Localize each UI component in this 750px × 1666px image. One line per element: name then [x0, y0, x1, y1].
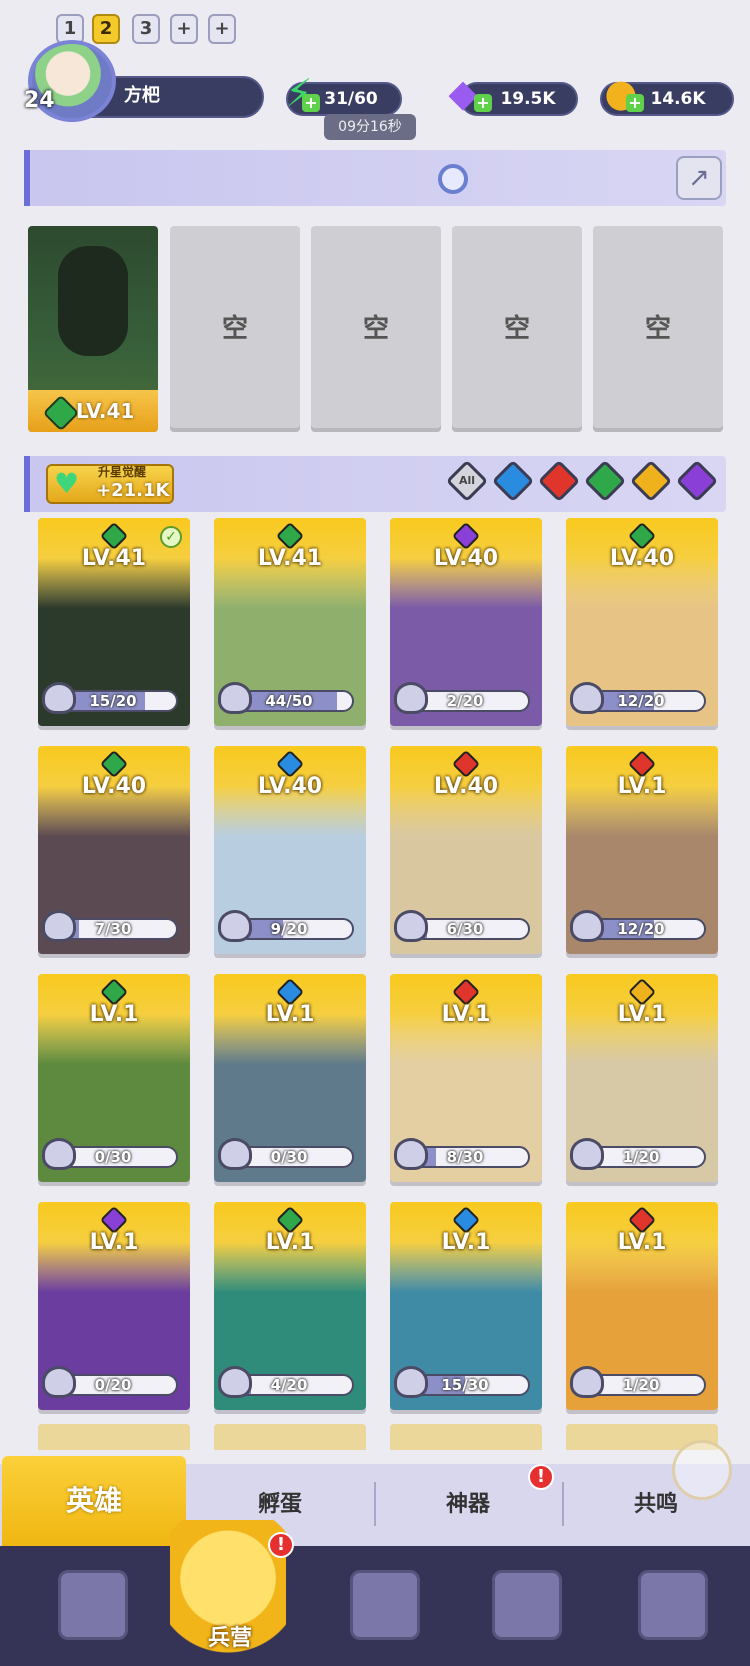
- gold-plus-button[interactable]: +: [626, 94, 644, 112]
- hero-card[interactable]: LV.1 0/30: [214, 974, 366, 1182]
- hero-level: LV.40: [257, 774, 323, 799]
- hero-level: LV.1: [89, 1230, 139, 1255]
- energy-plus-button[interactable]: +: [302, 94, 320, 112]
- squad-slot-hero[interactable]: LV.41: [28, 226, 158, 432]
- cards-icon: [58, 1570, 128, 1640]
- hero-card[interactable]: LV.1 8/30: [390, 974, 542, 1182]
- floating-action-button[interactable]: [672, 1440, 732, 1500]
- next-row-card: [38, 1424, 190, 1450]
- squad-slot-empty[interactable]: 空: [593, 226, 723, 432]
- hero-level: LV.40: [81, 774, 147, 799]
- shard-icon: [394, 1366, 428, 1398]
- squad-slot-empty[interactable]: 空: [311, 226, 441, 432]
- shard-icon: [394, 682, 428, 714]
- nav-map[interactable]: [330, 1560, 440, 1660]
- hero-level: LV.40: [433, 774, 499, 799]
- team-tab-3[interactable]: 3: [132, 14, 160, 44]
- team-tab-2[interactable]: 2: [92, 14, 120, 44]
- share-icon[interactable]: ↗: [676, 156, 722, 200]
- gem-plus-button[interactable]: +: [474, 94, 492, 112]
- star-awake-value: +21.1K: [96, 480, 170, 501]
- hero-level: LV.1: [441, 1230, 491, 1255]
- hero-level: LV.40: [609, 546, 675, 571]
- shard-icon: [42, 682, 76, 714]
- hero-card[interactable]: LV.1 12/20: [566, 746, 718, 954]
- squad-slot-empty[interactable]: 空: [452, 226, 582, 432]
- next-row-card: [214, 1424, 366, 1450]
- shard-icon: [218, 1138, 252, 1170]
- nav-shrine[interactable]: [472, 1560, 582, 1660]
- mushroom-icon: [638, 1570, 708, 1640]
- hero-card[interactable]: LV.1 0/30: [38, 974, 190, 1182]
- hero-card[interactable]: LV.40 12/20: [566, 518, 718, 726]
- hero-level: LV.1: [441, 1002, 491, 1027]
- energy-timer: 09分16秒: [324, 114, 416, 140]
- shard-icon: [570, 1366, 604, 1398]
- barracks-alert-badge: !: [268, 1532, 294, 1558]
- hero-level: LV.1: [265, 1230, 315, 1255]
- team-tab-add-1[interactable]: +: [170, 14, 198, 44]
- shard-icon: [570, 1138, 604, 1170]
- tab-heroes[interactable]: 英雄: [2, 1456, 186, 1546]
- hero-level: LV.1: [617, 1002, 667, 1027]
- hero-card[interactable]: LV.1 1/20: [566, 1202, 718, 1410]
- hero-portrait: [58, 246, 128, 356]
- shard-icon: [394, 1138, 428, 1170]
- nav-barracks-label: 兵营: [207, 1626, 252, 1651]
- hero-level: LV.41: [81, 546, 147, 571]
- squad-slot-empty[interactable]: 空: [170, 226, 300, 432]
- shard-icon: [570, 910, 604, 942]
- shard-icon: [218, 682, 252, 714]
- shard-icon: [218, 1366, 252, 1398]
- hero-card[interactable]: LV.1 1/20: [566, 974, 718, 1182]
- team-tab-add-2[interactable]: +: [208, 14, 236, 44]
- hero-level: LV.40: [433, 546, 499, 571]
- shard-icon: [42, 1138, 76, 1170]
- shard-icon: [570, 682, 604, 714]
- filter-all-label: All: [458, 474, 476, 487]
- shard-icon: [42, 910, 76, 942]
- player-name: 方杷: [124, 85, 160, 106]
- star-awake-label: 升星觉醒: [98, 465, 147, 479]
- hero-card[interactable]: LV.40 2/20: [390, 518, 542, 726]
- gem-value: 19.5K: [500, 89, 556, 109]
- player-level: 24: [24, 88, 55, 113]
- check-icon: ✓: [160, 526, 182, 548]
- heart-icon: ♥: [54, 467, 80, 500]
- shard-icon: [42, 1366, 76, 1398]
- hero-card[interactable]: LV.1 0/20: [38, 1202, 190, 1410]
- hero-card[interactable]: LV.40 6/30: [390, 746, 542, 954]
- shrine-icon: [492, 1570, 562, 1640]
- next-row-card: [390, 1424, 542, 1450]
- hero-level: LV.41: [257, 546, 323, 571]
- hero-card[interactable]: LV.1 4/20: [214, 1202, 366, 1410]
- shard-icon: [218, 910, 252, 942]
- hero-level: LV.1: [617, 774, 667, 799]
- search-icon[interactable]: [438, 164, 468, 194]
- hero-card[interactable]: LV.40 7/30: [38, 746, 190, 954]
- hero-card[interactable]: LV.41 ✓ 15/20: [38, 518, 190, 726]
- hero-level: LV.1: [617, 1230, 667, 1255]
- hero-card[interactable]: LV.1 15/30: [390, 1202, 542, 1410]
- team-bar: [24, 150, 726, 206]
- artifacts-alert-badge: !: [528, 1464, 554, 1490]
- hero-card[interactable]: LV.40 9/20: [214, 746, 366, 954]
- hero-card[interactable]: LV.41 44/50: [214, 518, 366, 726]
- shard-icon: [394, 910, 428, 942]
- map-icon: [350, 1570, 420, 1640]
- hero-level: LV.1: [265, 1002, 315, 1027]
- nav-cards[interactable]: [38, 1560, 148, 1660]
- nav-guild[interactable]: [618, 1560, 728, 1660]
- hero-level: LV.1: [89, 1002, 139, 1027]
